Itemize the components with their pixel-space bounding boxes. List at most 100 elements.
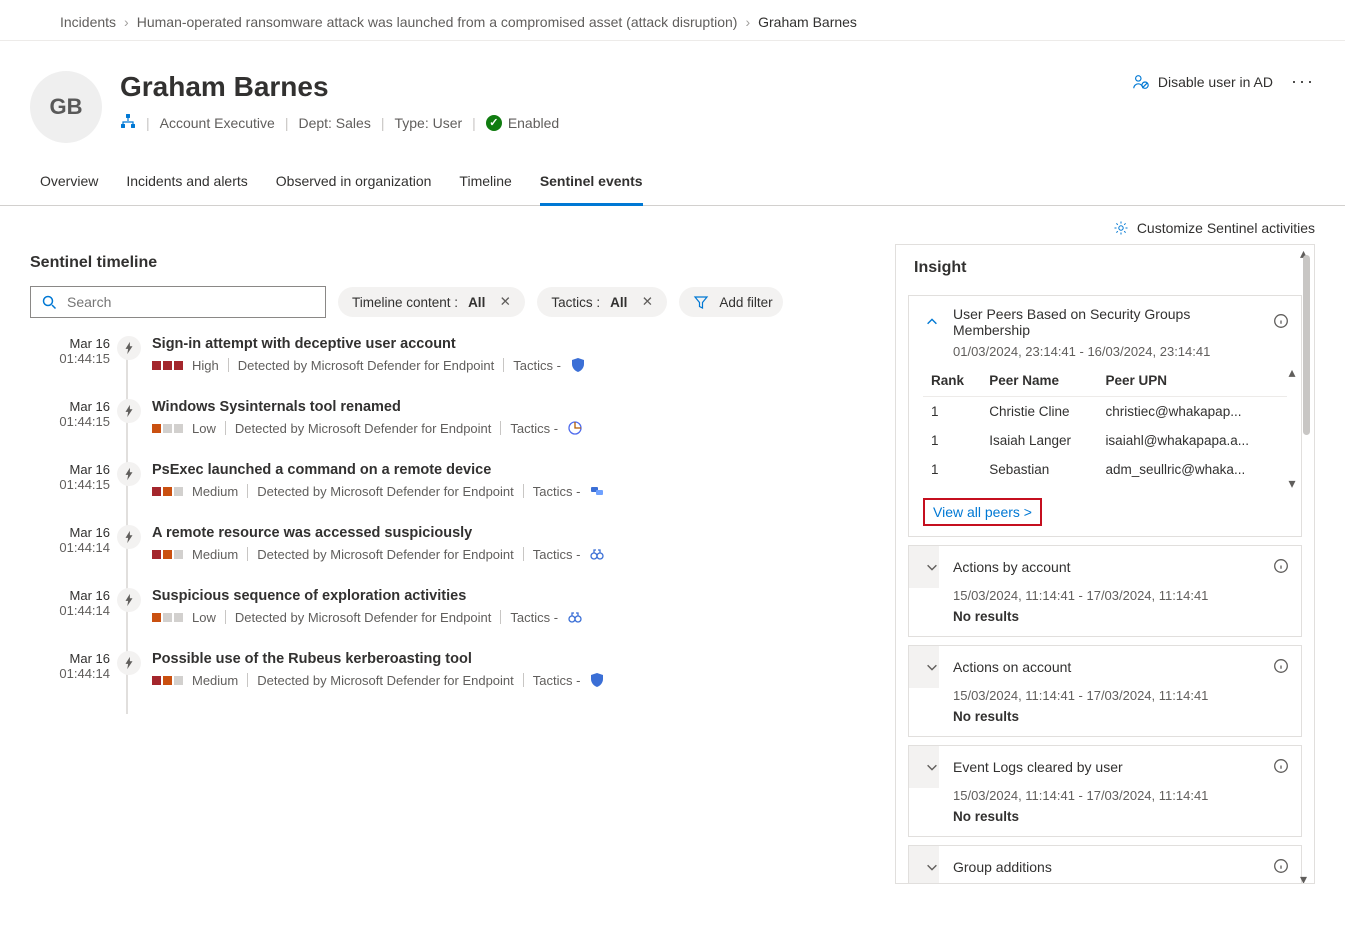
check-circle-icon <box>486 115 502 131</box>
scroll-down-icon[interactable]: ▾ <box>1300 871 1312 883</box>
more-actions-button[interactable]: ··· <box>1291 71 1315 92</box>
tactics-label: Tactics - <box>510 421 558 436</box>
cell-peer-upn: isaiahl@whakapapa.a... <box>1097 426 1287 455</box>
status-text: Enabled <box>508 115 559 131</box>
cell-rank: 1 <box>923 426 981 455</box>
severity-label: Medium <box>192 673 238 688</box>
tactic-icon <box>589 483 605 499</box>
timeline-item[interactable]: Mar 1601:44:15 Sign-in attempt with dece… <box>130 336 875 399</box>
chip-value: All <box>468 295 485 310</box>
cell-peer-name: Sebastian <box>981 455 1097 484</box>
insight-card-actions_by: Actions by account 15/03/2024, 11:14:41 … <box>908 545 1302 637</box>
insight-card-range: 15/03/2024, 11:14:41 - 17/03/2024, 11:14… <box>953 588 1287 603</box>
breadcrumb-entity: Graham Barnes <box>758 14 857 30</box>
info-icon[interactable] <box>1273 658 1289 677</box>
detection-source: Detected by Microsoft Defender for Endpo… <box>235 610 492 625</box>
cell-peer-upn: christiec@whakapap... <box>1097 397 1287 427</box>
avatar: GB <box>30 71 102 143</box>
view-all-peers-link[interactable]: View all peers > <box>923 498 1042 526</box>
tab-overview[interactable]: Overview <box>40 163 98 205</box>
info-icon[interactable] <box>1273 313 1289 332</box>
timeline-item[interactable]: Mar 1601:44:14 A remote resource was acc… <box>130 525 875 588</box>
tab-observed-in-org[interactable]: Observed in organization <box>276 163 432 205</box>
chip-clear-icon[interactable]: ✕ <box>495 292 515 312</box>
filter-chip-tactics[interactable]: Tactics : All ✕ <box>537 287 667 317</box>
insight-card-range: 15/03/2024, 11:14:41 - 17/03/2024, 11:14… <box>953 788 1287 803</box>
insight-card-body: No results <box>953 809 1287 824</box>
panel-scrollbar[interactable]: ▴ ▾ <box>1300 245 1312 883</box>
scroll-down-icon[interactable]: ▾ <box>1285 476 1299 490</box>
severity-indicator <box>152 676 183 685</box>
breadcrumb-root[interactable]: Incidents <box>60 14 116 30</box>
entity-subtitle: | Account Executive | Dept: Sales | Type… <box>120 113 559 132</box>
insight-card-header[interactable]: Group additions <box>909 846 1301 884</box>
col-peer-name[interactable]: Peer Name <box>981 365 1097 397</box>
chip-clear-icon[interactable]: ✕ <box>637 292 657 312</box>
cell-peer-name: Isaiah Langer <box>981 426 1097 455</box>
col-rank[interactable]: Rank <box>923 365 981 397</box>
search-input-wrap[interactable] <box>30 286 326 318</box>
tab-incidents-alerts[interactable]: Incidents and alerts <box>126 163 247 205</box>
sentinel-timeline: Mar 1601:44:15 Sign-in attempt with dece… <box>30 336 875 714</box>
timeline-item[interactable]: Mar 1601:44:15 Windows Sysinternals tool… <box>130 399 875 462</box>
insight-card-title: Actions by account <box>953 559 1263 575</box>
severity-indicator <box>152 361 183 370</box>
bolt-icon <box>117 525 141 549</box>
sentinel-timeline-heading: Sentinel timeline <box>30 254 875 272</box>
chevron-down-icon <box>921 756 943 778</box>
cell-rank: 1 <box>923 455 981 484</box>
breadcrumb-incident[interactable]: Human-operated ransomware attack was lau… <box>137 14 738 30</box>
chevron-right-icon: › <box>745 14 750 30</box>
insight-card-peers: User Peers Based on Security Groups Memb… <box>908 295 1302 537</box>
severity-label: High <box>192 358 219 373</box>
search-input[interactable] <box>65 293 315 311</box>
filter-icon <box>693 294 709 310</box>
tab-timeline[interactable]: Timeline <box>459 163 511 205</box>
bolt-icon <box>117 462 141 486</box>
table-row[interactable]: 1 Isaiah Langer isaiahl@whakapapa.a... <box>923 426 1287 455</box>
bolt-icon <box>117 588 141 612</box>
filter-chip-timeline-content[interactable]: Timeline content : All ✕ <box>338 287 525 317</box>
severity-indicator <box>152 487 183 496</box>
insight-card-header[interactable]: User Peers Based on Security Groups Memb… <box>909 296 1301 348</box>
entity-role: Account Executive <box>160 115 275 131</box>
table-row[interactable]: 1 Sebastian adm_seullric@whaka... <box>923 455 1287 484</box>
insight-card-header[interactable]: Actions on account <box>909 646 1301 688</box>
timeline-item[interactable]: Mar 1601:44:14 Suspicious sequence of ex… <box>130 588 875 651</box>
detection-source: Detected by Microsoft Defender for Endpo… <box>257 484 514 499</box>
chip-label: Timeline content : <box>352 295 458 310</box>
timeline-item-title: A remote resource was accessed suspiciou… <box>152 525 875 541</box>
insight-card-title: Actions on account <box>953 659 1263 675</box>
table-row[interactable]: 1 Christie Cline christiec@whakapap... <box>923 397 1287 427</box>
chevron-down-icon <box>921 856 943 878</box>
info-icon[interactable] <box>1273 758 1289 777</box>
timeline-item[interactable]: Mar 1601:44:14 Possible use of the Rubeu… <box>130 651 875 714</box>
insight-card-header[interactable]: Actions by account <box>909 546 1301 588</box>
bolt-icon <box>117 399 141 423</box>
disable-user-action[interactable]: Disable user in AD <box>1132 73 1273 91</box>
add-filter-label: Add filter <box>719 295 772 310</box>
tactics-label: Tactics - <box>533 484 581 499</box>
insight-card-actions_on: Actions on account 15/03/2024, 11:14:41 … <box>908 645 1302 737</box>
insight-card-body: No results <box>953 609 1287 624</box>
timeline-item-time: Mar 1601:44:14 <box>30 651 110 681</box>
search-icon <box>41 294 57 310</box>
info-icon[interactable] <box>1273 558 1289 577</box>
cell-rank: 1 <box>923 397 981 427</box>
customize-label: Customize Sentinel activities <box>1137 220 1315 236</box>
severity-label: Medium <box>192 484 238 499</box>
timeline-item[interactable]: Mar 1601:44:15 PsExec launched a command… <box>130 462 875 525</box>
bolt-icon <box>117 651 141 675</box>
insight-card-range: 15/03/2024, 11:14:41 - 17/03/2024, 11:14… <box>953 688 1287 703</box>
tactics-label: Tactics - <box>533 673 581 688</box>
add-filter-button[interactable]: Add filter <box>679 287 782 317</box>
tab-sentinel-events[interactable]: Sentinel events <box>540 163 643 206</box>
customize-sentinel-activities[interactable]: Customize Sentinel activities <box>1113 220 1315 236</box>
entity-type: Type: User <box>394 115 462 131</box>
insight-card-header[interactable]: Event Logs cleared by user <box>909 746 1301 788</box>
col-peer-upn[interactable]: Peer UPN <box>1097 365 1287 397</box>
info-icon[interactable] <box>1273 858 1289 877</box>
scroll-up-icon[interactable]: ▴ <box>1285 365 1299 379</box>
scrollbar-thumb[interactable] <box>1303 255 1310 435</box>
cell-peer-upn: adm_seullric@whaka... <box>1097 455 1287 484</box>
